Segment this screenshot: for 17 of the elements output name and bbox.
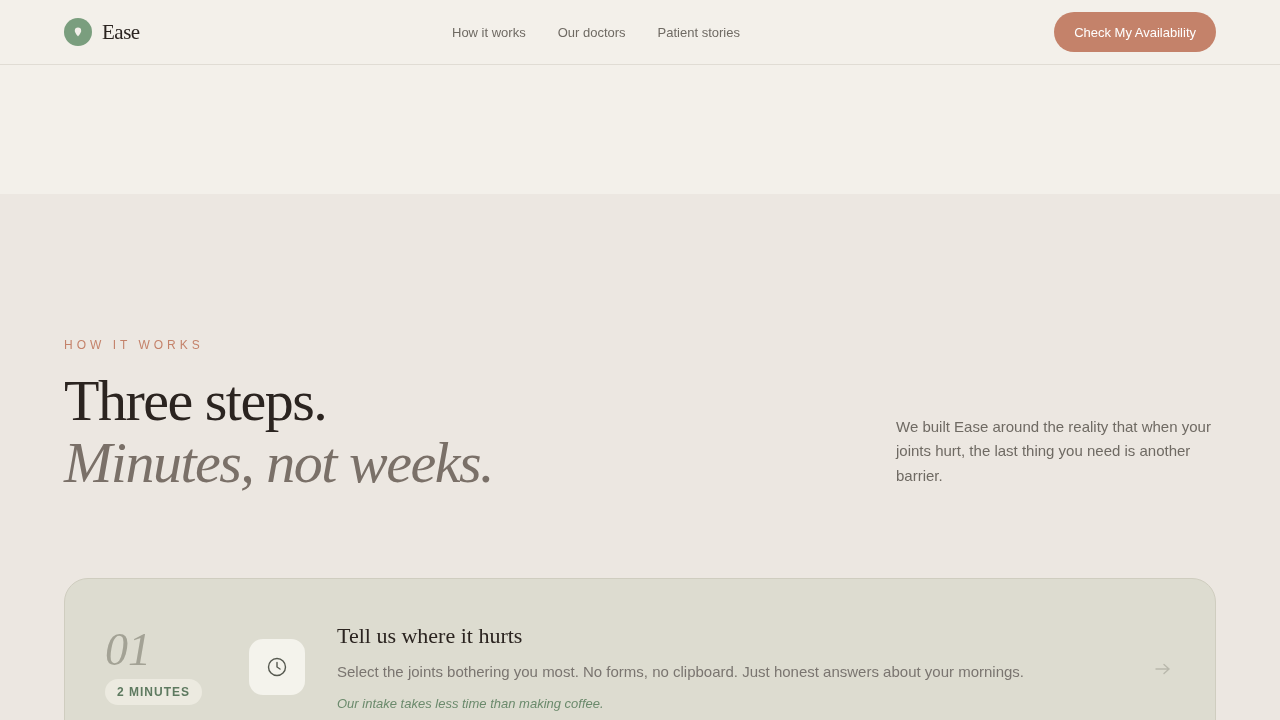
section-subtitle: Minutes, not weeks.: [64, 432, 493, 494]
availability-button[interactable]: Check My Availability: [1054, 12, 1216, 52]
nav-link[interactable]: Our doctors: [557, 24, 626, 40]
nav-link[interactable]: Patient stories: [657, 24, 740, 40]
brand-name: Ease: [102, 19, 140, 45]
step-title: Tell us where it hurts: [337, 623, 524, 649]
section-intro: We built Ease around the reality that when your joints hurt, the last thing you need is another barrier.: [896, 416, 1212, 486]
duration-badge: 2 MINUTES: [105, 679, 202, 705]
clock-icon: [267, 657, 287, 677]
step-description: Select the joints bothering you most. No forms, no clipboard. Just honest answers about your mornings.: [337, 663, 1026, 680]
logo-icon: [64, 18, 92, 46]
section-title: Three steps.: [64, 370, 328, 432]
nav-link[interactable]: How it works: [452, 24, 526, 40]
arrow-right-icon: [1155, 663, 1171, 675]
step-note: Our intake takes less time than making coffee.: [337, 696, 605, 711]
step-number: 01: [105, 627, 151, 673]
section-eyebrow: HOW IT WORKS: [64, 338, 205, 352]
